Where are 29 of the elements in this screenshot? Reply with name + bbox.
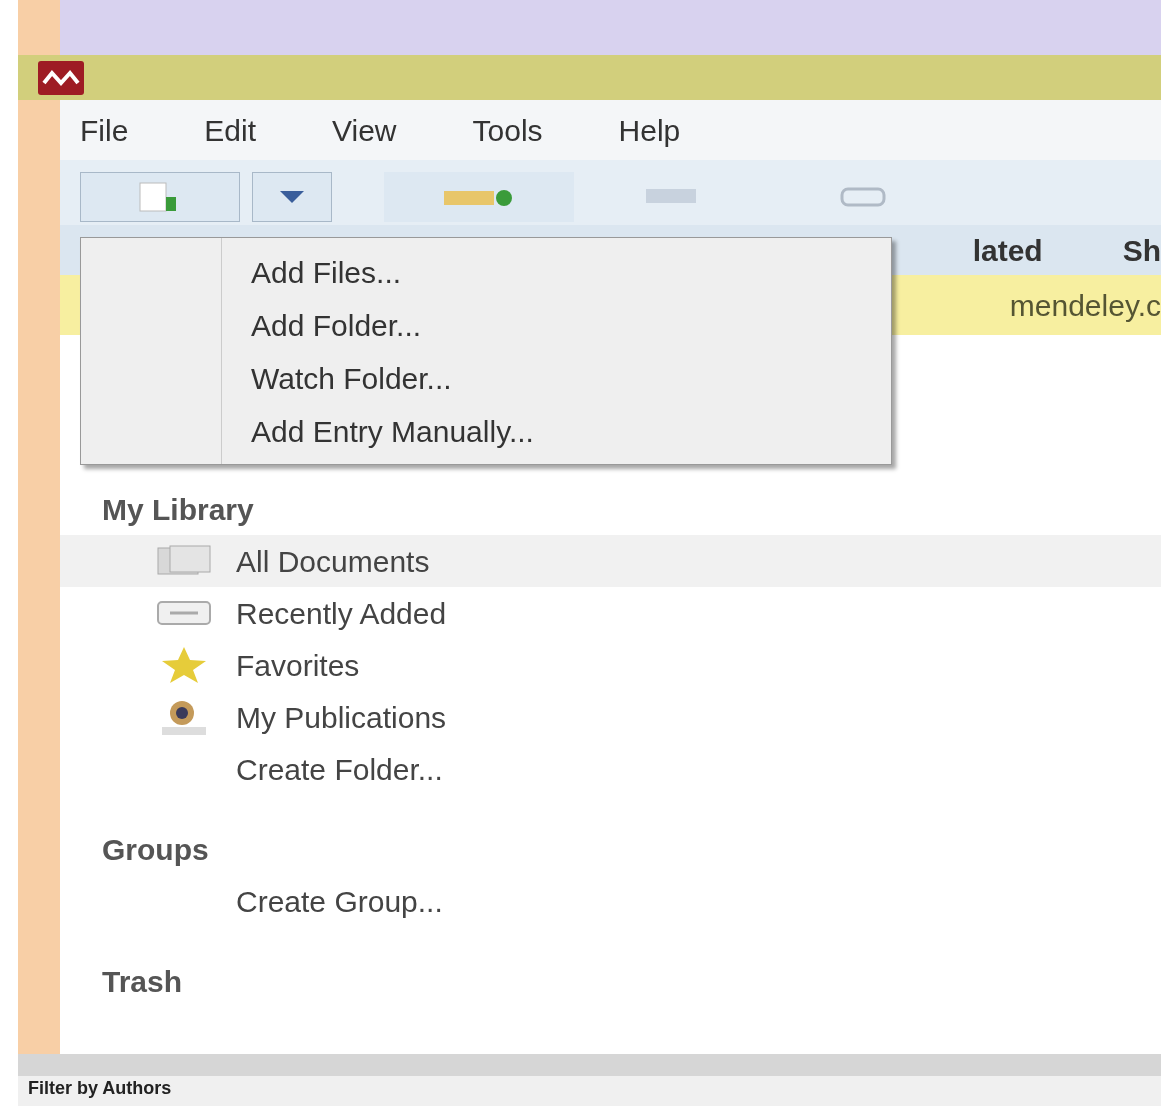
recent-icon — [156, 598, 212, 628]
dropdown-item[interactable]: Add Files... — [251, 246, 891, 299]
menu-item[interactable]: File — [80, 107, 129, 153]
sidebar-item[interactable]: Create Group... — [60, 875, 1161, 927]
sidebar-item[interactable]: Favorites — [60, 639, 1161, 691]
filter-label: Filter by Authors — [28, 1077, 172, 1100]
sidebar-item[interactable]: Create Folder... — [60, 743, 1161, 795]
menu-item[interactable]: Tools — [472, 107, 543, 153]
dropdown-item[interactable]: Watch Folder... — [251, 352, 891, 405]
app-logo-icon — [38, 60, 84, 95]
sidebar-item[interactable]: My Publications — [60, 691, 1161, 743]
section-heading[interactable]: My Library — [102, 485, 1161, 535]
menu-item[interactable]: View — [332, 107, 397, 153]
dropdown-item[interactable]: Add Folder... — [251, 299, 891, 352]
section-heading[interactable]: Groups — [102, 825, 1161, 875]
column-header[interactable]: Sh — [1122, 227, 1161, 273]
dropdown-arrow-button[interactable] — [252, 171, 332, 222]
notification-text: mendeley.c — [1009, 287, 1161, 324]
column-header[interactable]: lated — [972, 227, 1043, 273]
menu-item[interactable]: Edit — [204, 107, 257, 153]
folder-button[interactable] — [384, 171, 574, 222]
section-heading[interactable]: Trash — [102, 957, 1161, 1007]
menu-item[interactable]: Help — [618, 107, 681, 153]
sidebar-item[interactable]: Recently Added — [60, 587, 1161, 639]
dropdown-item[interactable]: Add Entry Manually... — [251, 405, 891, 458]
documents-icon — [156, 544, 212, 578]
caret-icon — [280, 190, 304, 203]
add-document-button[interactable] — [80, 171, 240, 222]
sidebar-item[interactable]: All Documents — [60, 535, 1161, 587]
